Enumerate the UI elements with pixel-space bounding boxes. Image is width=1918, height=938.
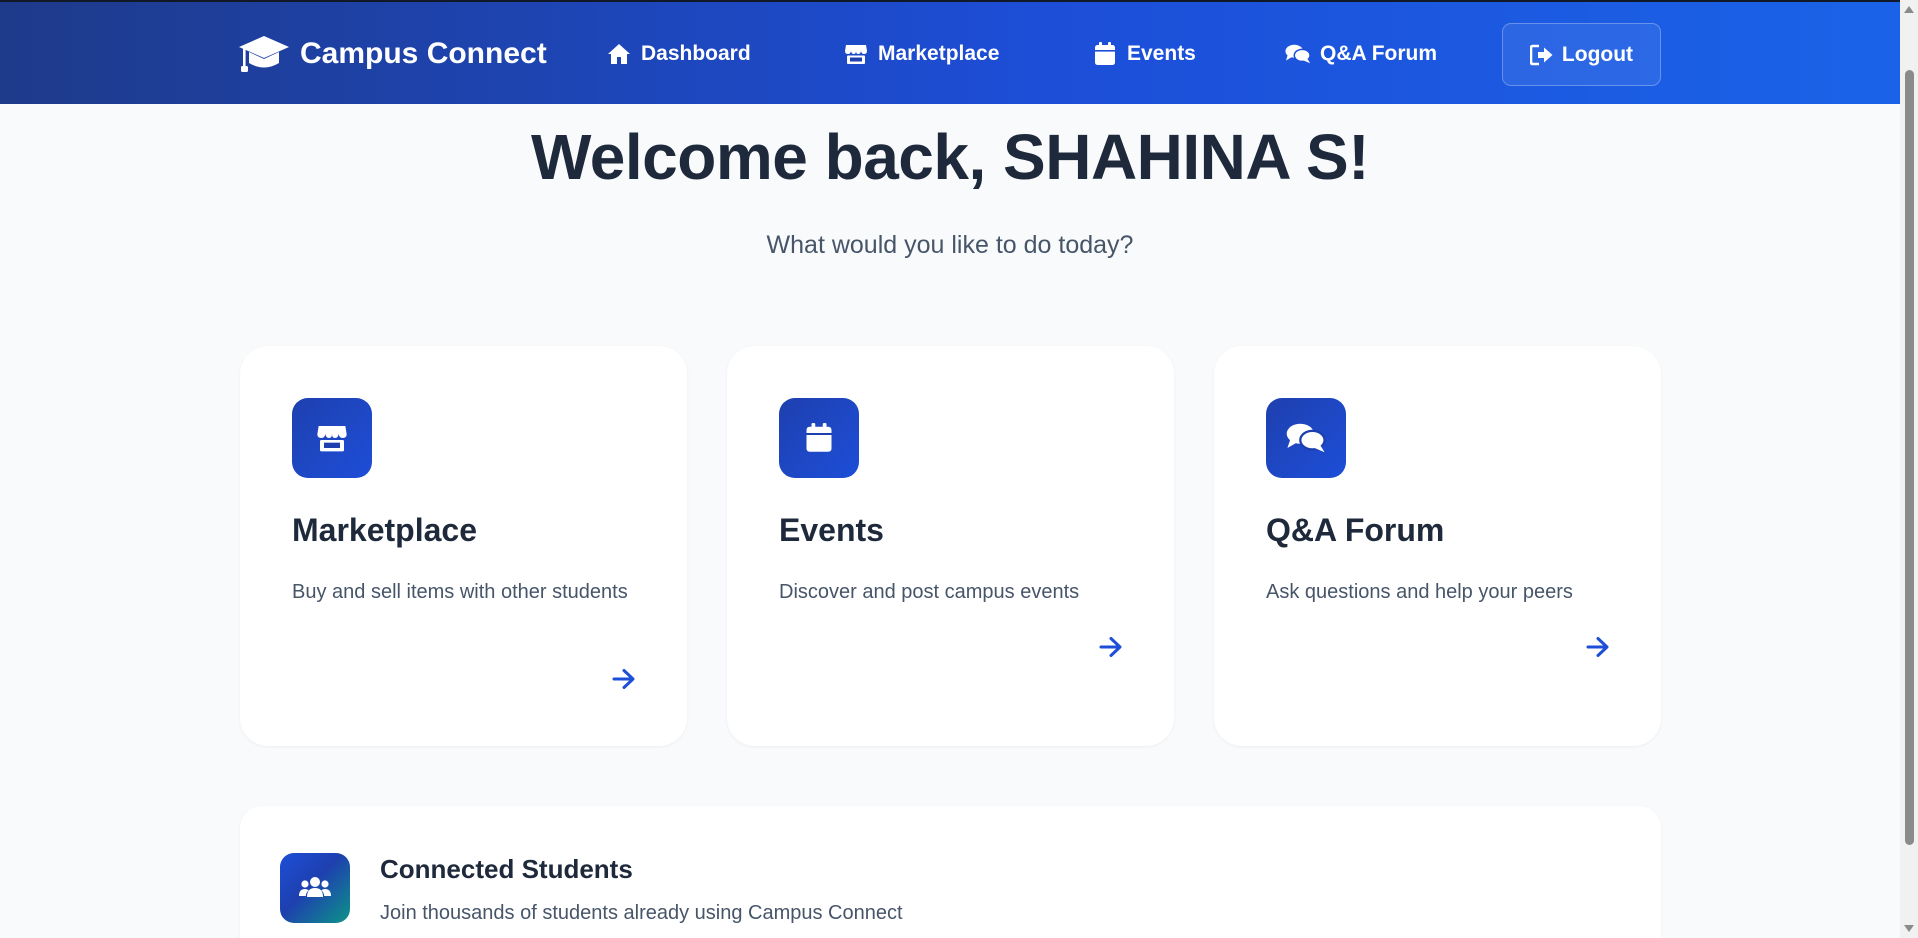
nav-events[interactable]: Events [1092, 34, 1196, 74]
nav-marketplace-label: Marketplace [878, 42, 1000, 65]
arrow-right-icon[interactable] [1583, 632, 1613, 662]
events-card-description: Discover and post campus events [779, 581, 1080, 603]
welcome-heading: Welcome back, SHAHINA S! [531, 121, 1370, 193]
events-card[interactable]: Events Discover and post campus events [727, 346, 1174, 746]
calendar-icon [779, 398, 859, 478]
home-icon [606, 41, 632, 67]
nav-qa-forum[interactable]: Q&A Forum [1285, 34, 1437, 74]
marketplace-card-title: Marketplace [292, 512, 477, 548]
scroll-down-arrow-icon[interactable] [1904, 925, 1914, 932]
store-icon [843, 41, 869, 67]
brand-logo[interactable]: Campus Connect [238, 34, 547, 74]
calendar-icon [1092, 41, 1118, 67]
nav-dashboard-label: Dashboard [641, 42, 751, 65]
marketplace-card-description: Buy and sell items with other students [292, 581, 628, 603]
logout-button[interactable]: Logout [1502, 23, 1661, 86]
qa-forum-card-title: Q&A Forum [1266, 512, 1445, 548]
qa-forum-card[interactable]: Q&A Forum Ask questions and help your pe… [1214, 346, 1661, 746]
logout-label: Logout [1561, 42, 1634, 66]
arrow-right-icon[interactable] [609, 664, 639, 694]
scrollbar-thumb[interactable] [1905, 70, 1914, 845]
brand-name: Campus Connect [300, 37, 547, 70]
qa-forum-card-description: Ask questions and help your peers [1266, 581, 1573, 603]
events-card-title: Events [779, 512, 884, 548]
users-icon [280, 853, 350, 923]
nav-events-label: Events [1127, 42, 1196, 65]
scroll-up-arrow-icon[interactable] [1904, 6, 1914, 13]
store-icon [292, 398, 372, 478]
nav-dashboard[interactable]: Dashboard [606, 34, 751, 74]
arrow-right-icon[interactable] [1096, 632, 1126, 662]
connected-students-description: Join thousands of students already using… [380, 902, 903, 924]
connected-students-card: Connected Students Join thousands of stu… [240, 806, 1661, 938]
connected-students-title: Connected Students [380, 854, 633, 884]
nav-qa-forum-label: Q&A Forum [1320, 42, 1438, 65]
welcome-subtitle: What would you like to do today? [766, 231, 1134, 259]
comments-icon [1266, 398, 1346, 478]
marketplace-card[interactable]: Marketplace Buy and sell items with othe… [240, 346, 687, 746]
sign-out-icon [1529, 43, 1554, 67]
top-navbar: Campus Connect Dashboard Marketplace Eve… [0, 0, 1900, 104]
vertical-scrollbar[interactable] [1900, 0, 1918, 938]
comments-icon [1285, 41, 1311, 67]
graduation-cap-icon [238, 34, 290, 74]
nav-marketplace[interactable]: Marketplace [843, 34, 999, 74]
